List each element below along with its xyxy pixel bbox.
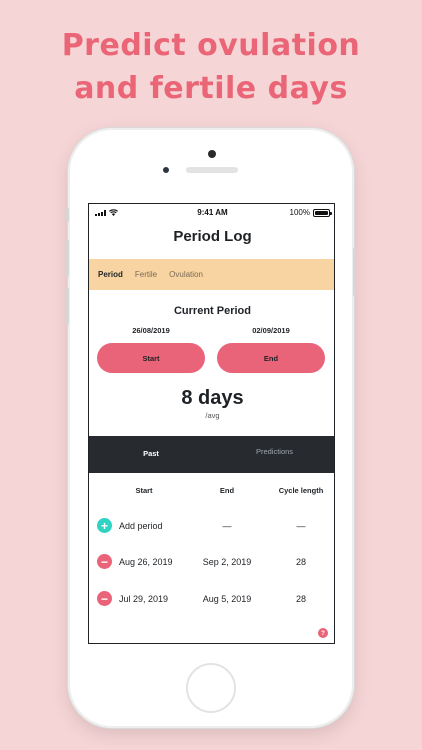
add-period-row: + Add period — — [89, 516, 334, 536]
end-button[interactable]: End [217, 343, 325, 373]
end-date: 02/09/2019 [252, 326, 290, 335]
plus-icon[interactable]: + [97, 518, 112, 533]
start-date: 26/08/2019 [132, 326, 170, 335]
current-period-title: Current Period [173, 305, 251, 317]
headline-line-1: Predict ovulation [61, 28, 361, 63]
silent-switch [66, 208, 69, 222]
tab-past[interactable]: Past [89, 449, 213, 458]
history-tabs: Past Predictions [89, 436, 334, 473]
earpiece [208, 150, 216, 158]
table-cell-end: Aug 5, 2019 [202, 594, 252, 604]
headline-line-2: and fertile days [74, 71, 348, 106]
column-header-start: Start [135, 486, 153, 495]
app-screen: 9:41 AM 100% Period Log Period Fertile O… [88, 203, 335, 644]
table-cell-start: Jul 29, 2019 [119, 594, 169, 604]
log-type-tabs: Period Fertile Ovulation [89, 259, 334, 290]
average-length-unit: /avg [205, 411, 220, 420]
add-period-label[interactable]: Add period [119, 521, 163, 531]
power-button [353, 248, 356, 296]
start-button[interactable]: Start [97, 343, 205, 373]
volume-down-button [66, 288, 69, 324]
minus-icon[interactable]: − [97, 554, 112, 569]
table-cell-start: Aug 26, 2019 [119, 557, 173, 567]
column-header-end: End [219, 486, 235, 495]
tab-fertile[interactable]: Fertile [135, 270, 157, 279]
volume-up-button [66, 240, 69, 276]
average-length-value: 8 days [181, 387, 244, 409]
table-row: − Aug 26, 2019 Sep 2, 2019 28 [89, 552, 334, 572]
headline: Predict ovulation and fertile days [0, 24, 422, 110]
table-cell-cycle: — [296, 521, 306, 531]
tab-ovulation[interactable]: Ovulation [169, 270, 203, 279]
help-button[interactable]: ? [318, 628, 328, 638]
battery-icon [313, 208, 332, 217]
battery-percent: 100% [289, 208, 310, 217]
column-header-cycle-length: Cycle length [278, 486, 324, 495]
front-camera [163, 167, 169, 173]
table-row: − Jul 29, 2019 Aug 5, 2019 28 [89, 589, 334, 609]
status-right: 100% [289, 208, 332, 217]
tab-predictions[interactable]: Predictions [213, 447, 334, 456]
minus-icon[interactable]: − [97, 591, 112, 606]
page-title: Period Log [173, 228, 252, 245]
table-cell-cycle: 28 [295, 557, 306, 567]
tab-period[interactable]: Period [98, 270, 123, 279]
status-bar: 9:41 AM 100% [89, 204, 334, 222]
table-cell-cycle: 28 [295, 594, 306, 604]
home-button[interactable] [186, 663, 236, 713]
speaker-grille [186, 167, 238, 173]
table-cell-end: — [222, 521, 232, 531]
table-cell-end: Sep 2, 2019 [202, 557, 252, 567]
